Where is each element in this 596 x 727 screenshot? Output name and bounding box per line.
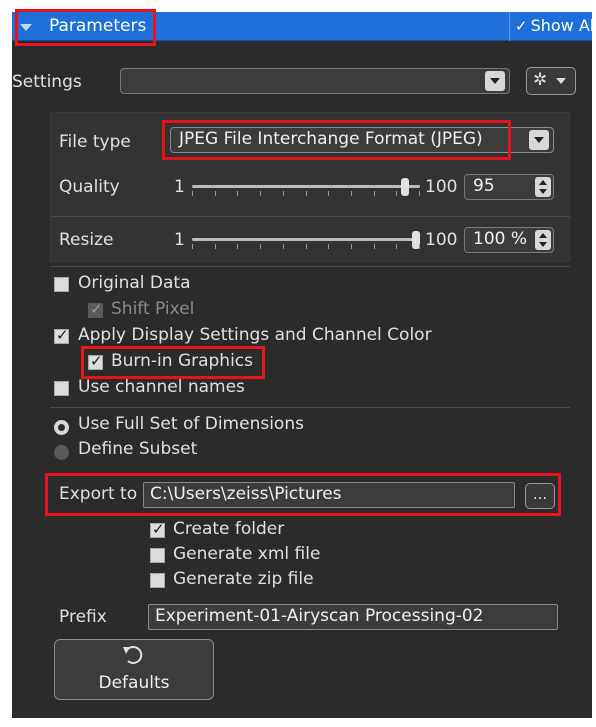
- resize-value: 100 %: [473, 229, 528, 249]
- chevron-down-icon: [556, 78, 566, 84]
- defaults-button[interactable]: Defaults: [54, 639, 214, 700]
- file-type-dropdown[interactable]: JPEG File Interchange Format (JPEG): [170, 127, 554, 153]
- slider-tick: [283, 244, 284, 249]
- channel-names-checkbox[interactable]: [54, 381, 69, 396]
- prefix-label: Prefix: [59, 607, 107, 627]
- generate-xml-checkbox[interactable]: [150, 548, 165, 563]
- quality-slider[interactable]: [192, 178, 420, 198]
- parameters-title: Parameters: [49, 16, 147, 36]
- spin-arrows-icon[interactable]: [535, 230, 551, 250]
- header-separator: [509, 12, 510, 41]
- quality-min: 1: [174, 177, 185, 197]
- slider-thumb[interactable]: [401, 178, 409, 196]
- burn-in-graphics-label: Burn-in Graphics: [111, 351, 254, 371]
- settings-label: Settings: [12, 72, 82, 92]
- slider-tick: [351, 191, 352, 196]
- resize-max: 100: [425, 230, 458, 250]
- browse-button[interactable]: ...: [525, 483, 555, 509]
- original-data-checkbox[interactable]: [54, 277, 69, 292]
- slider-tick: [396, 191, 397, 196]
- slider-tick: [328, 244, 329, 249]
- parameters-header[interactable]: Parameters ✓ Show All: [12, 12, 596, 41]
- shift-pixel-checkbox[interactable]: ✓: [88, 300, 103, 318]
- slider-tick: [419, 191, 420, 196]
- create-folder-label: Create folder: [173, 519, 285, 539]
- slider-tick: [328, 191, 329, 196]
- resize-spinbox[interactable]: 100 %: [464, 227, 554, 253]
- slider-tick: [237, 191, 238, 196]
- options-divider-bottom: [50, 407, 570, 408]
- slider-tick: [260, 191, 261, 196]
- shift-pixel-label: Shift Pixel: [111, 299, 195, 319]
- export-to-label: Export to: [59, 484, 138, 504]
- quality-label: Quality: [59, 177, 120, 197]
- export-path-value: C:\Users\zeiss\Pictures: [150, 484, 342, 504]
- export-path-field[interactable]: C:\Users\zeiss\Pictures: [143, 482, 515, 508]
- slider-tick: [192, 191, 193, 196]
- checkmark-icon: ✓: [515, 17, 528, 35]
- show-all-toggle[interactable]: ✓ Show All: [515, 16, 596, 35]
- channel-names-label: Use channel names: [78, 377, 245, 397]
- slider-tick: [306, 244, 307, 249]
- defaults-label: Defaults: [98, 673, 170, 693]
- generate-zip-checkbox[interactable]: [150, 573, 165, 588]
- resize-min: 1: [174, 230, 185, 250]
- define-subset-label: Define Subset: [78, 439, 198, 459]
- format-divider: [50, 216, 570, 217]
- quality-value: 95: [473, 176, 495, 196]
- generate-xml-label: Generate xml file: [173, 544, 321, 564]
- slider-tick: [192, 244, 193, 249]
- slider-tick: [306, 191, 307, 196]
- chevron-down-icon: [529, 130, 549, 150]
- undo-icon: [123, 645, 143, 664]
- show-all-label: Show All: [530, 16, 596, 35]
- slider-tick: [396, 244, 397, 249]
- define-subset-radio[interactable]: [54, 445, 69, 460]
- burn-in-graphics-checkbox[interactable]: ✓: [88, 352, 103, 370]
- slider-tick: [374, 191, 375, 196]
- slider-tick: [215, 191, 216, 196]
- quality-spinbox[interactable]: 95: [464, 174, 554, 200]
- apply-display-checkbox[interactable]: ✓: [54, 326, 69, 344]
- prefix-value: Experiment-01-Airyscan Processing-02: [155, 606, 484, 626]
- slider-tick: [215, 244, 216, 249]
- slider-tick: [237, 244, 238, 249]
- options-divider-top: [50, 266, 570, 267]
- chevron-down-icon: [485, 71, 505, 91]
- full-set-label: Use Full Set of Dimensions: [78, 414, 304, 434]
- slider-tick: [419, 244, 420, 249]
- file-type-value: JPEG File Interchange Format (JPEG): [179, 129, 483, 149]
- create-folder-checkbox[interactable]: ✓: [150, 520, 165, 538]
- gear-icon: ✲: [533, 70, 548, 90]
- resize-slider[interactable]: [192, 231, 420, 251]
- resize-label: Resize: [59, 230, 114, 250]
- original-data-label: Original Data: [78, 273, 191, 293]
- slider-track: [192, 185, 420, 188]
- prefix-field[interactable]: Experiment-01-Airyscan Processing-02: [148, 604, 558, 630]
- apply-display-label: Apply Display Settings and Channel Color: [78, 325, 432, 345]
- slider-tick: [260, 244, 261, 249]
- spin-arrows-icon[interactable]: [535, 177, 551, 197]
- generate-zip-label: Generate zip file: [173, 569, 314, 589]
- slider-tick: [374, 244, 375, 249]
- slider-tick: [351, 244, 352, 249]
- settings-gear-button[interactable]: ✲: [526, 67, 576, 95]
- slider-track: [192, 238, 420, 241]
- full-set-radio[interactable]: [54, 420, 69, 435]
- collapse-arrow-icon[interactable]: [19, 20, 33, 34]
- quality-max: 100: [425, 177, 458, 197]
- file-type-label: File type: [59, 132, 131, 152]
- export-parameters-panel: Parameters ✓ Show All Settings ✲ File typ…: [12, 9, 596, 718]
- slider-tick: [283, 191, 284, 196]
- settings-dropdown[interactable]: [120, 68, 510, 94]
